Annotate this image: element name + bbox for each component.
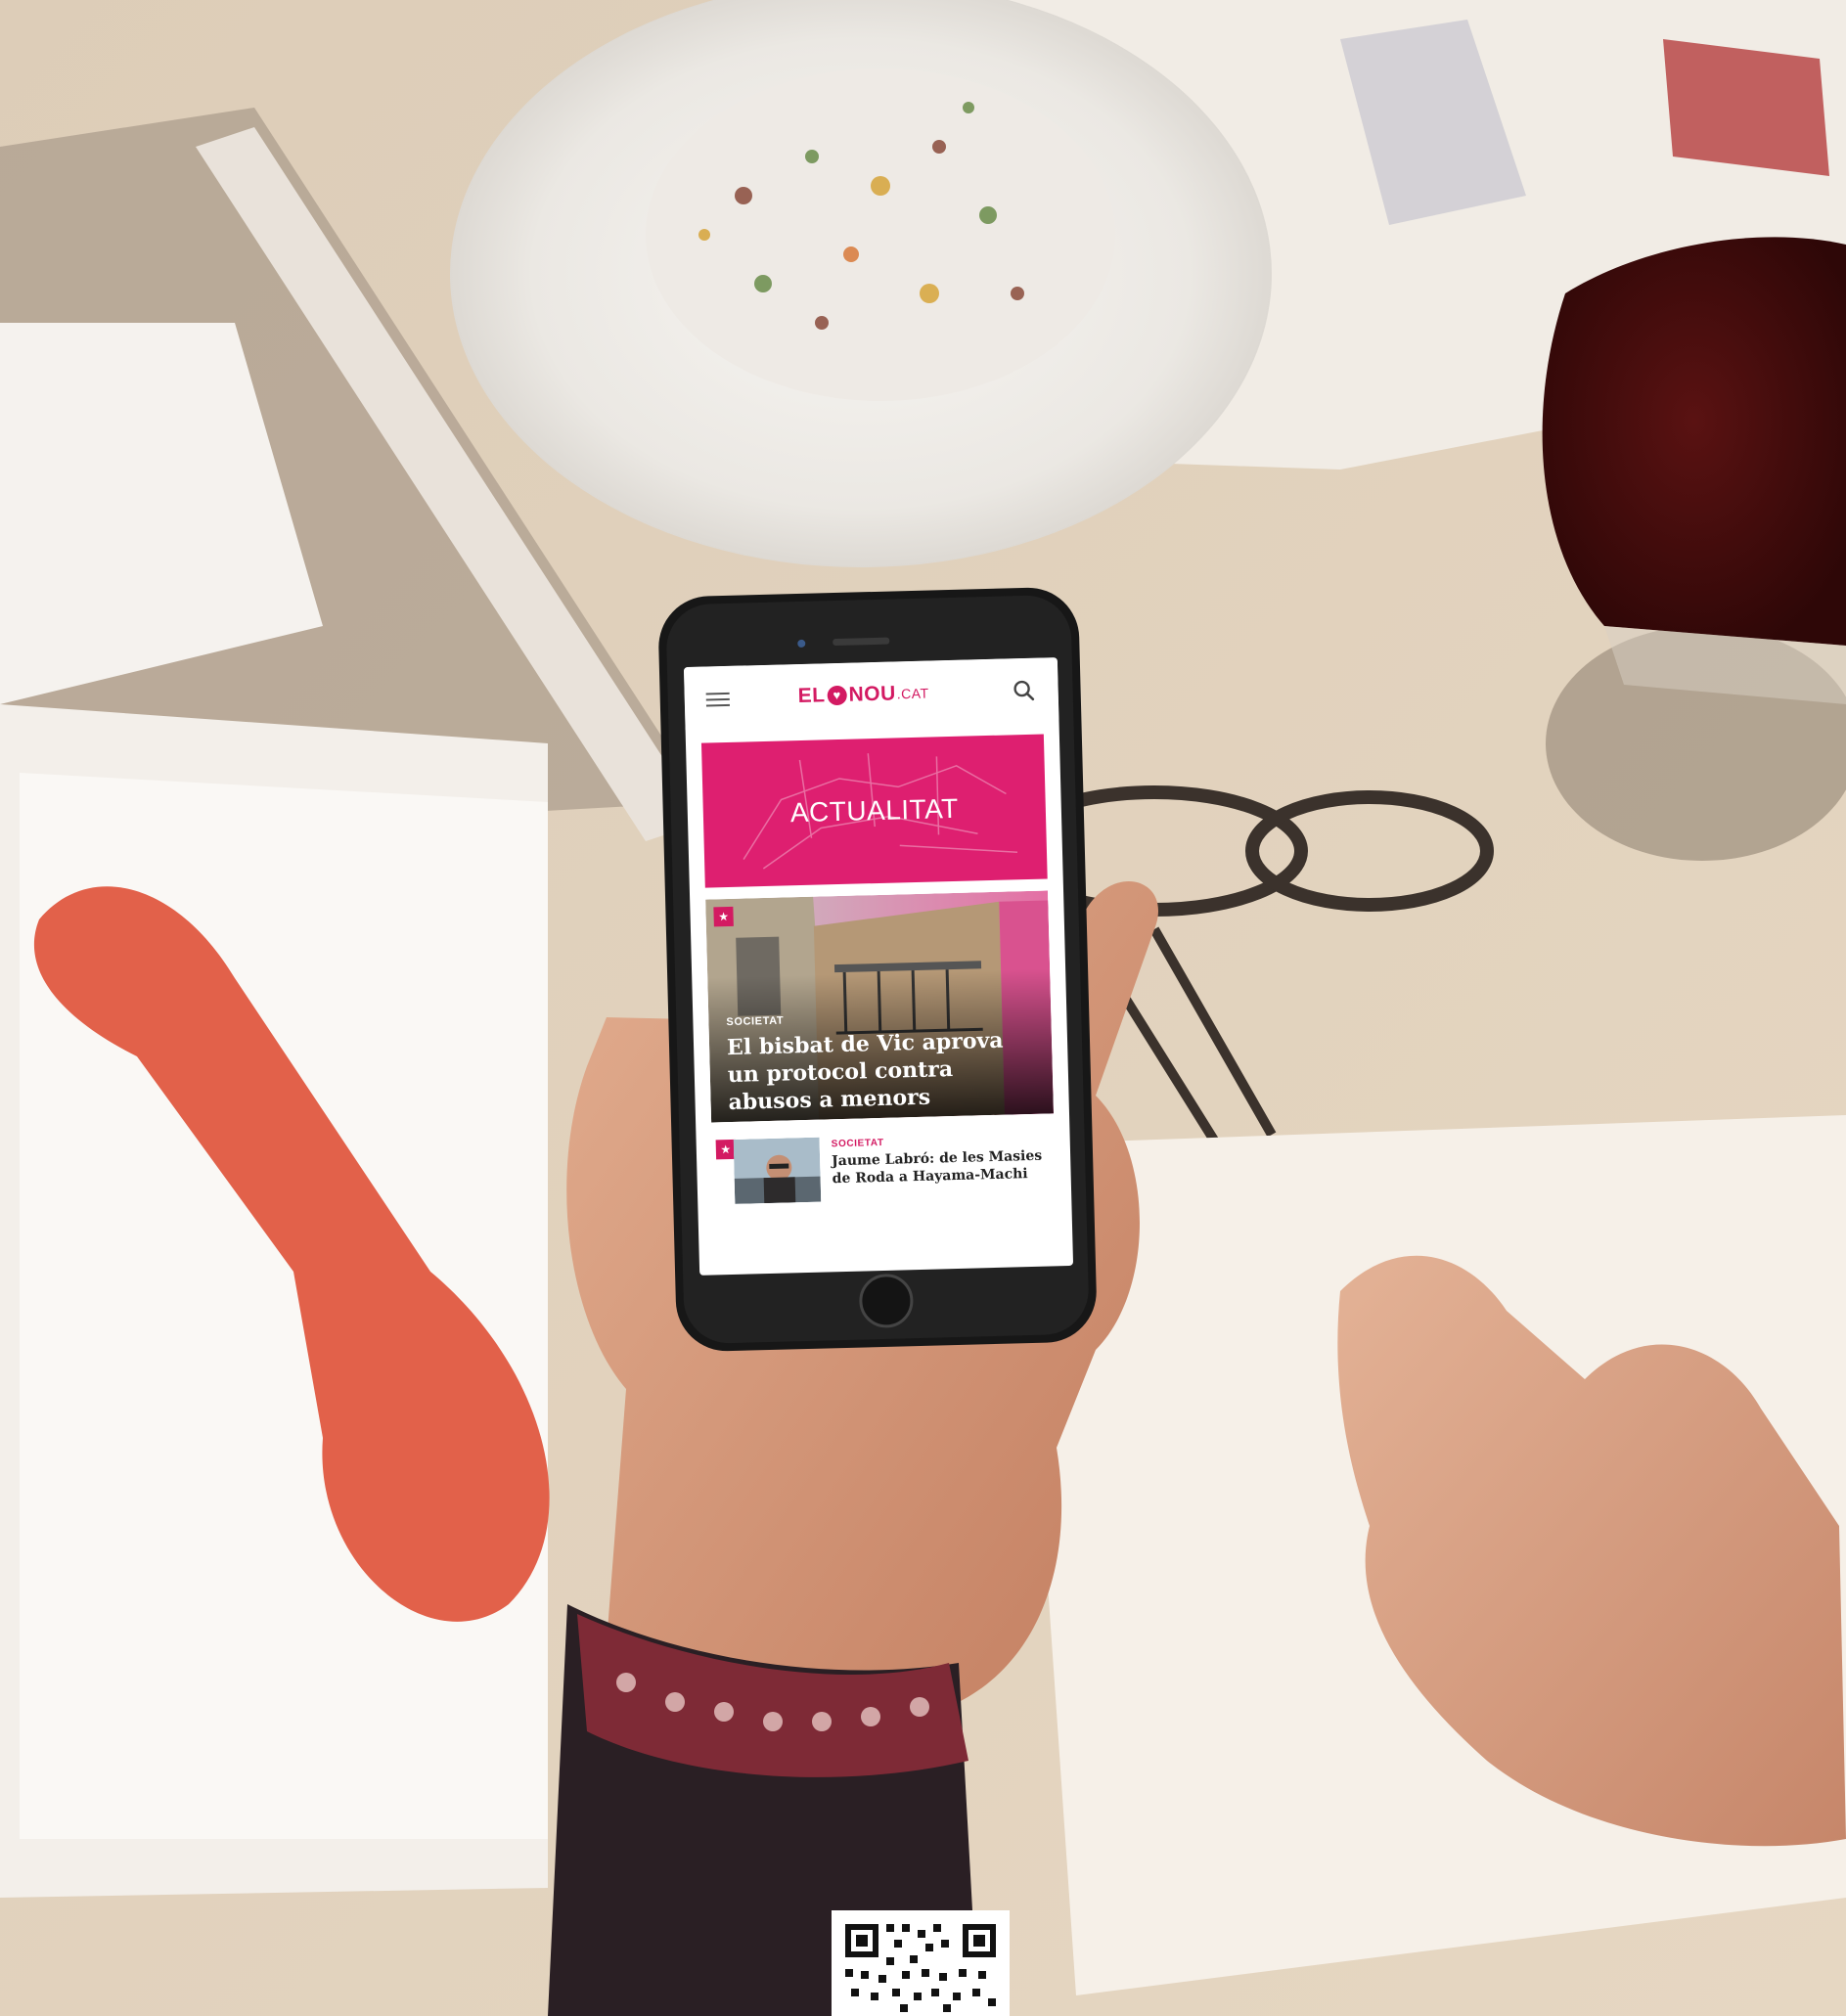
list-item-thumbnail <box>733 1137 822 1204</box>
featured-article[interactable]: ★ SOCIETAT El bisbat de Vic aprova un pr… <box>705 890 1054 1123</box>
search-icon[interactable] <box>1013 680 1035 702</box>
list-item-headline[interactable]: Jaume Labró: de les Masies de Roda a Hay… <box>832 1147 1048 1188</box>
list-item-category[interactable]: SOCIETAT <box>832 1138 884 1149</box>
site-logo[interactable]: EL ♥ NOU .CAT <box>797 681 929 709</box>
logo-part-cat: .CAT <box>896 685 929 702</box>
featured-category[interactable]: SOCIETAT <box>726 1015 784 1029</box>
logo-part-el: EL <box>797 684 826 708</box>
list-item[interactable]: ★ SOCIETAT Jaume Labró: de les Masies de… <box>711 1125 1056 1222</box>
section-banner[interactable]: ACTUALITAT <box>700 734 1048 888</box>
app-header: EL ♥ NOU .CAT <box>683 657 1059 731</box>
qr-code-icon <box>832 1910 1010 2016</box>
featured-headline[interactable]: El bisbat de Vic aprova un protocol cont… <box>727 1026 1013 1116</box>
phone-screen: EL ♥ NOU .CAT ACTUALITAT ★ SOCIETAT El b… <box>683 657 1074 1276</box>
logo-part-nou: NOU <box>848 682 897 706</box>
star-icon: ★ <box>713 906 734 927</box>
heart-icon: ♥ <box>827 685 847 706</box>
hamburger-icon[interactable] <box>705 692 730 707</box>
